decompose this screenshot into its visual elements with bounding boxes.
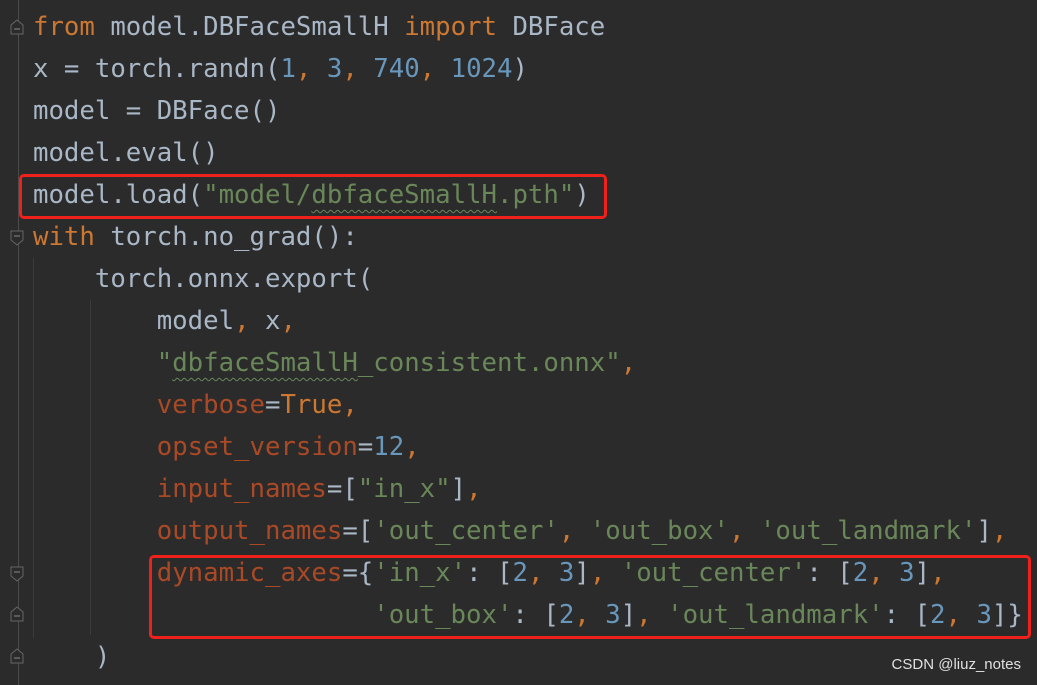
token-string: _consistent.onnx" [357,348,621,378]
code-line: opset_version=12, [33,426,1023,468]
token-keyword: , [295,54,327,84]
code-line: x = torch.randn(1, 3, 740, 1024) [33,48,1023,90]
token-default: = [357,432,374,462]
token-default: DBFace [496,12,606,42]
token-default: model.DBFaceSmallH [94,12,405,42]
token-number: 1024 [450,54,513,84]
token-keyword: , [280,306,296,336]
token-default [33,474,157,504]
code-line: torch.onnx.export( [33,258,1023,300]
token-keyword: from [33,12,95,42]
token-default: ] [450,474,467,504]
token-keyword: , [991,516,1008,546]
token-keyword: , [620,348,637,378]
token-param: verbose [156,390,265,420]
code-line: model.eval() [33,132,1023,174]
token-default: model = DBFace() [33,96,281,126]
token-string: " [156,348,173,378]
token-default: ] [976,516,992,546]
token-default [33,390,157,420]
token-default [33,432,157,462]
token-param: opset_version [156,432,358,462]
code-line: verbose=True, [33,384,1023,426]
code-line: with torch.no_grad(): [33,216,1023,258]
token-number: 740 [373,54,420,84]
token-param: input_names [156,474,327,504]
code-line: model, x, [33,300,1023,342]
token-number: 3 [326,54,343,84]
gutter-separator [18,0,19,685]
token-default: = [265,390,281,420]
token-string: 'out_center' [373,516,559,546]
token-keyword: True, [280,390,358,420]
token-default: ) [512,54,528,84]
fold-icon[interactable] [9,566,25,582]
token-number: 1 [280,54,296,84]
token-keyword: , [728,516,760,546]
token-string: dbfaceSmallH [172,348,358,378]
highlight-box-load [19,174,607,219]
fold-icon[interactable] [9,230,25,246]
token-default: model.eval() [33,138,219,168]
token-keyword: , [419,54,451,84]
fold-icon[interactable] [9,648,25,664]
token-default: torch.onnx.export( [33,264,374,294]
token-default [33,348,157,378]
token-default: x [265,306,281,336]
fold-icon[interactable] [9,606,25,622]
token-keyword: , [342,54,374,84]
watermark: CSDN @liuz_notes [891,656,1021,673]
token-default: x = torch.randn( [33,54,281,84]
code-line: output_names=['out_center', 'out_box', '… [33,510,1023,552]
token-keyword: with [33,222,95,252]
token-default: =[ [326,474,358,504]
token-string: 'out_box' [589,516,729,546]
code-line: from model.DBFaceSmallH import DBFace [33,6,1023,48]
token-default: torch.no_grad(): [94,222,358,252]
token-keyword: import [404,12,497,42]
token-default: ) [33,642,111,672]
token-keyword: , [404,432,420,462]
highlight-box-dynamic-axes [149,555,1031,639]
token-param: output_names [156,516,343,546]
token-default: model [33,306,235,336]
token-string: "in_x" [357,474,451,504]
token-default [33,558,157,588]
token-keyword: , [466,474,482,504]
token-default [33,516,157,546]
fold-icon[interactable] [9,19,25,35]
token-string: 'out_landmark' [759,516,977,546]
token-default: =[ [342,516,374,546]
code-line: model = DBFace() [33,90,1023,132]
code-line: ) [33,636,1023,678]
token-number: 12 [373,432,405,462]
code-line: input_names=["in_x"], [33,468,1023,510]
code-line: "dbfaceSmallH_consistent.onnx", [33,342,1023,384]
token-keyword: , [234,306,265,336]
token-keyword: , [558,516,590,546]
